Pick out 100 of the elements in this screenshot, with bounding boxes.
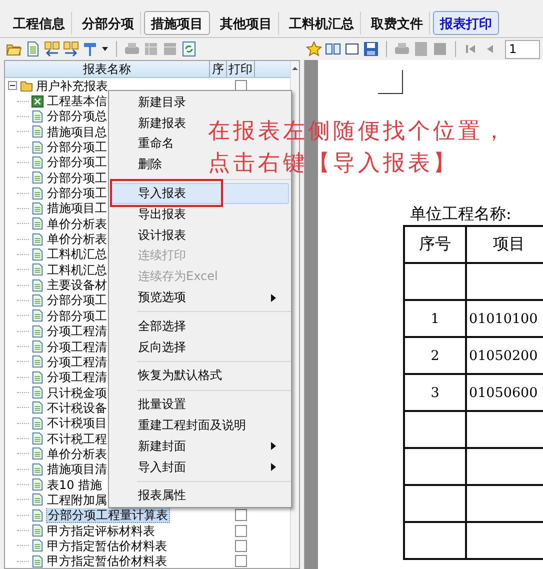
document-icon [31,370,44,384]
refresh-icon[interactable] [181,41,197,57]
book-icon[interactable] [325,41,341,57]
page-number-field[interactable]: 1 [505,40,540,58]
tree-item[interactable]: 分部分项总 [46,109,108,124]
collapse-icon[interactable] [8,81,17,90]
tab[interactable]: 报表打印 [433,11,499,35]
document-icon [31,416,44,430]
caret-icon[interactable] [101,45,109,53]
document-icon [31,186,44,200]
document-icon [31,447,44,460]
document-icon [31,309,44,322]
tree-item[interactable]: 措施项目总 [46,124,108,139]
tree-item[interactable]: 分部分项工 [46,293,108,308]
menu-label: 删除 [138,156,162,174]
menu-item[interactable]: 新建封面 [111,436,289,457]
tree-item[interactable]: 用户补充报表 [35,78,109,93]
table-icon[interactable] [162,41,178,57]
folder-icon [20,79,33,92]
tree-item[interactable]: 工程附加属 [46,492,108,507]
new-document-icon[interactable] [25,41,41,57]
tree-item[interactable]: 工料机汇总 [46,247,108,262]
printer-icon[interactable] [394,41,410,57]
menu-item[interactable]: 删除 [111,154,175,176]
checkbox[interactable] [235,524,247,537]
tree-item[interactable]: 分项工程清 [46,354,108,369]
menu-label: 报表属性 [138,487,186,504]
tree-item[interactable]: 甲方指定评标材料表 [46,524,156,538]
tree-item[interactable]: 分部分项工 [46,170,108,185]
tree-item[interactable]: 不计税项目 [46,416,108,430]
tree-item[interactable]: 单价分析表 [46,446,108,461]
move-left-icon[interactable] [44,41,60,57]
save-icon[interactable] [363,41,379,57]
tree-item[interactable]: 单价分析表 [46,216,108,231]
tab[interactable]: 取费文件 [364,11,430,35]
tree-item[interactable]: 工料机汇总 [46,262,108,277]
tree-item[interactable]: 分部分项工程量计算表 [46,508,170,523]
printer-icon[interactable] [124,41,140,57]
menu-item[interactable]: 反向选择 [111,336,199,358]
tree-item[interactable]: 甲方指定暂估价材料表 [46,538,168,553]
checkbox[interactable] [235,80,247,92]
star-icon[interactable] [306,41,322,57]
tree-item[interactable]: 措施项目工 [46,201,108,216]
menu-label: 新建目录 [138,94,186,111]
tree-item[interactable]: 主要设备材 [46,278,108,292]
menu-item[interactable]: 全部选择 [111,316,199,337]
crop-mark [378,70,403,94]
tree-item[interactable]: 分项工程清 [46,370,108,384]
document-icon [31,156,44,169]
tree-item[interactable]: 不计税设备 [46,400,108,415]
table-cell: 1 [404,300,466,337]
menu-item[interactable]: 设计报表 [111,224,199,246]
tree-item[interactable]: 单价分析表 [46,232,108,246]
document-icon [31,110,44,123]
document-icon [31,386,44,400]
menu-item[interactable]: 导出报表 [111,204,199,225]
menu-item[interactable]: 报表属性 [111,486,199,506]
tree-item[interactable]: 表10 措施 [46,478,104,492]
menu-item[interactable]: 导入封面 [111,456,289,478]
tree-item[interactable]: 分项工程清 [46,340,108,354]
scroll-up-icon[interactable] [291,65,299,71]
table-cell [404,485,466,522]
tab[interactable]: 其他项目 [213,11,279,35]
menu-item[interactable]: 导入报表 [111,183,289,204]
checkbox[interactable] [235,509,247,522]
menu-item[interactable]: 新建报表 [111,112,199,134]
table-cell [404,411,466,448]
menu-item[interactable]: 批量设置 [111,394,199,416]
tree-item[interactable]: 分部分项工 [46,308,108,323]
tree-item[interactable]: 分部分项工 [46,140,108,154]
tab[interactable]: 措施项目 [144,11,210,35]
submenu-arrow-icon [271,442,276,450]
tree-item[interactable]: 只计税金项 [46,386,108,400]
document-icon [31,248,44,261]
menu-item[interactable]: 预览选项 [111,287,289,308]
menu-item[interactable]: 重建工程封面及说明 [111,415,259,436]
checkbox[interactable] [235,555,247,568]
tree-item[interactable]: 工程基本信 [46,94,108,108]
move-right-icon[interactable] [63,41,79,57]
table-header: 项目 [466,226,543,263]
checkbox[interactable] [235,540,247,552]
tab[interactable]: 分部分项 [75,11,141,35]
column-header: 打印 [227,61,255,77]
page-icon[interactable] [344,41,360,57]
menu-item[interactable]: 恢复为默认格式 [111,366,235,386]
document-icon [31,539,44,552]
tree-item[interactable]: 分项工程清 [46,324,108,338]
menu-item[interactable]: 新建目录 [111,92,199,113]
tree-item[interactable]: 甲方指定暂估价材料表 [46,554,168,568]
menu-label: 预览选项 [138,289,186,306]
tab[interactable]: 工料机汇总 [282,11,361,35]
tree-item[interactable]: 不计税工程 [46,432,108,446]
tree-item[interactable]: 措施项目清 [46,462,108,476]
tree-item[interactable]: 分部分项工 [46,155,108,170]
tree-item[interactable]: 分部分项工 [46,186,108,200]
document-icon [31,524,44,538]
menu-item[interactable]: 重命名 [111,134,187,154]
table-cell: 2 [404,337,466,374]
column-header: 序 [210,61,227,77]
tab[interactable]: 工程信息 [6,11,72,35]
